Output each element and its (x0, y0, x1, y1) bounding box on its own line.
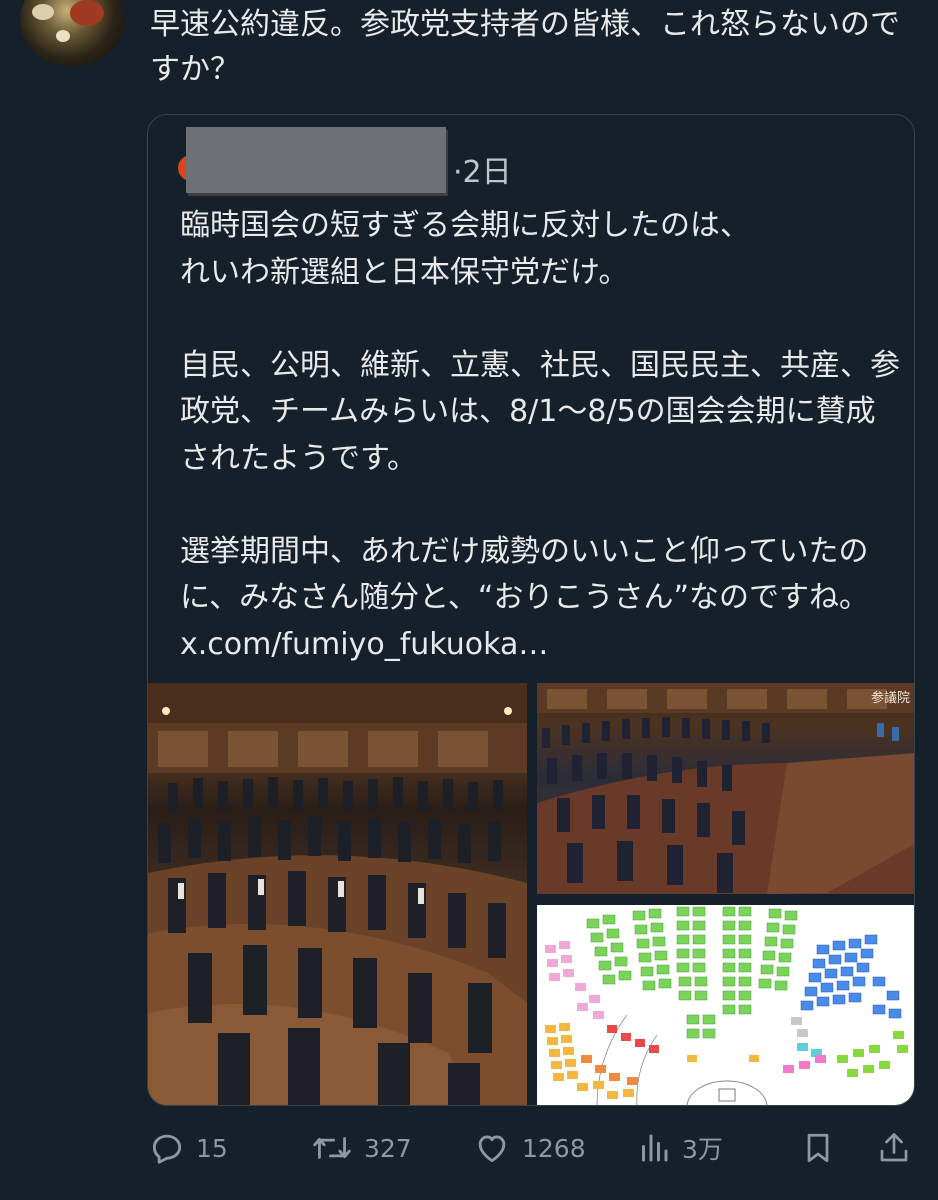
heart-icon (478, 1135, 506, 1163)
reply-button[interactable]: 15 (148, 1118, 228, 1178)
reply-count: 15 (196, 1133, 228, 1163)
avatar-dish (32, 4, 54, 20)
chamber-photo-1[interactable] (148, 683, 527, 1105)
chamber-photo-2[interactable]: 参議院 (537, 683, 914, 894)
quoted-timestamp[interactable]: ·2日 (453, 147, 512, 191)
views-count: 3万 (682, 1135, 723, 1164)
like-count: 1268 (522, 1133, 586, 1163)
retweet-count: 327 (364, 1133, 412, 1163)
chamber-photo-1-graphic (148, 683, 527, 1105)
quoted-tweet-link[interactable]: x.com/fumiyo_fukuoka… (180, 627, 548, 662)
tweet-text: 早速公約違反。参政党支持者の皆様、これ怒らないのですか？ (150, 7, 900, 87)
like-button[interactable]: 1268 (472, 1118, 586, 1178)
views-button[interactable]: 3万 (636, 1118, 723, 1178)
retweet-icon (313, 1137, 351, 1159)
bookmark-button[interactable] (800, 1118, 836, 1178)
media-grid: 参議院 (148, 683, 914, 1105)
retweet-button[interactable]: 327 (310, 1118, 412, 1178)
author-avatar[interactable] (20, 0, 124, 66)
quoted-tweet-text: 臨時国会の短すぎる会期に反対したのは、 れいわ新選組と日本保守党だけ。 自民、公… (180, 208, 900, 615)
analytics-icon (642, 1134, 668, 1162)
share-icon (880, 1133, 908, 1162)
house-of-councillors-watermark: 参議院 (870, 691, 910, 706)
tweet-action-bar: 15 327 1268 3万 (0, 1118, 938, 1178)
bookmark-icon (807, 1133, 829, 1163)
avatar-dish (56, 30, 70, 42)
quoted-tweet-card[interactable]: ·2日 臨時国会の短すぎる会期に反対したのは、 れいわ新選組と日本保守党だけ。 … (147, 114, 915, 1106)
reply-icon (152, 1134, 182, 1164)
seating-chart-graphic (545, 906, 908, 1105)
avatar-dish (70, 0, 104, 26)
share-button[interactable] (876, 1118, 912, 1178)
redacted-author-name (186, 127, 446, 193)
seating-chart-image[interactable] (537, 905, 914, 1105)
quoted-tweet-body: 臨時国会の短すぎる会期に反対したのは、 れいわ新選組と日本保守党だけ。 自民、公… (180, 203, 900, 668)
chamber-photo-2-graphic (537, 683, 914, 894)
